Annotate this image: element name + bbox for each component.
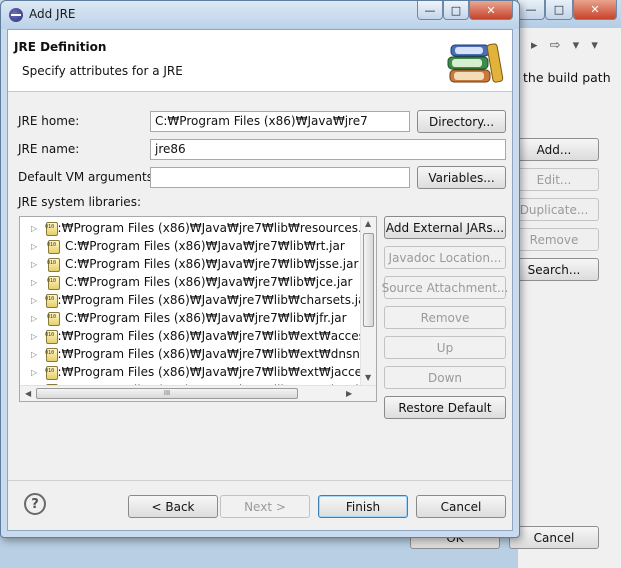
expand-arrow-icon[interactable]: ▷ <box>31 224 37 233</box>
library-path: C:₩Program Files (x86)₩Java₩jre7₩lib₩res… <box>49 221 377 235</box>
jre-name-input[interactable]: jre86 <box>150 139 506 160</box>
restore-default-button[interactable]: Restore Default <box>384 396 506 419</box>
background-duplicate-button[interactable]: Duplicate... <box>509 198 599 221</box>
cancel-button[interactable]: Cancel <box>416 495 506 518</box>
background-minimize-button[interactable]: — <box>517 0 545 20</box>
remove-button[interactable]: Remove <box>384 306 506 329</box>
jre-name-label: JRE name: <box>18 142 80 156</box>
background-search-button[interactable]: Search... <box>509 258 599 281</box>
background-toolbar-arrows[interactable]: ▸ ⇨ ▾ ▾ <box>531 38 602 53</box>
expand-arrow-icon[interactable]: ▷ <box>31 296 37 305</box>
scroll-left-arrow-icon[interactable]: ◀ <box>25 389 31 398</box>
jar-file-icon <box>46 311 60 326</box>
library-row[interactable]: ▷ C:₩Program Files (x86)₩Java₩jre7₩lib₩ch… <box>20 291 370 309</box>
add-jre-dialog: Add JRE — □ ✕ JRE Definition Specify att… <box>0 0 520 538</box>
directory-button[interactable]: Directory... <box>417 110 506 133</box>
dialog-client-area: JRE Definition Specify attributes for a … <box>7 29 513 531</box>
finish-button[interactable]: Finish <box>318 495 408 518</box>
library-path: C:₩Program Files (x86)₩Java₩jre7₩lib₩rt.… <box>65 239 345 253</box>
library-row[interactable]: ▷ C:₩Program Files (x86)₩Java₩jre7₩lib₩rt… <box>20 237 360 255</box>
vertical-scroll-thumb[interactable] <box>363 233 374 327</box>
jre-home-input[interactable]: C:₩Program Files (x86)₩Java₩jre7 <box>150 111 410 132</box>
library-row[interactable]: ▷ C:₩Program Files (x86)₩Java₩jre7₩lib₩ex… <box>20 363 376 381</box>
vm-args-label: Default VM arguments: <box>18 170 158 184</box>
library-row[interactable]: ▷ C:₩Program Files (x86)₩Java₩jre7₩lib₩ex… <box>20 345 376 363</box>
background-close-button[interactable]: ✕ <box>573 0 617 20</box>
expand-arrow-icon[interactable]: ▷ <box>31 332 37 341</box>
next-button[interactable]: Next > <box>220 495 310 518</box>
expand-arrow-icon[interactable]: ▷ <box>31 350 37 359</box>
background-maximize-button[interactable]: □ <box>545 0 573 20</box>
books-icon <box>447 43 504 83</box>
dialog-title: Add JRE <box>29 7 76 21</box>
library-path: C:₩Program Files (x86)₩Java₩jre7₩lib₩jfr… <box>65 311 347 325</box>
background-description-text: the build path <box>523 70 611 85</box>
library-row[interactable]: ▷ C:₩Program Files (x86)₩Java₩jre7₩lib₩re… <box>20 219 376 237</box>
up-button[interactable]: Up <box>384 336 506 359</box>
scroll-down-arrow-icon[interactable]: ▼ <box>365 373 371 382</box>
add-external-jars-button[interactable]: Add External JARs... <box>384 216 506 239</box>
jre-home-label: JRE home: <box>18 114 80 128</box>
expand-arrow-icon[interactable]: ▷ <box>31 260 39 269</box>
variables-button[interactable]: Variables... <box>417 166 506 189</box>
library-row[interactable]: ▷ C:₩Program Files (x86)₩Java₩jre7₩lib₩jc… <box>20 273 360 291</box>
maximize-button[interactable]: □ <box>443 1 469 20</box>
scroll-right-arrow-icon[interactable]: ▶ <box>346 389 352 398</box>
vm-args-input[interactable] <box>150 167 410 188</box>
page-title: JRE Definition <box>14 40 107 54</box>
background-window-body <box>518 28 621 568</box>
minimize-button[interactable]: — <box>417 1 443 20</box>
scroll-up-arrow-icon[interactable]: ▲ <box>365 219 371 228</box>
page-subtitle: Specify attributes for a JRE <box>22 64 183 78</box>
library-path: C:₩Program Files (x86)₩Java₩jre7₩lib₩ext… <box>49 365 377 379</box>
javadoc-location-button[interactable]: Javadoc Location... <box>384 246 506 269</box>
horizontal-scroll-thumb[interactable]: III <box>36 388 298 399</box>
library-path: C:₩Program Files (x86)₩Java₩jre7₩lib₩ext… <box>49 347 377 361</box>
expand-arrow-icon[interactable]: ▷ <box>31 242 39 251</box>
library-path: C:₩Program Files (x86)₩Java₩jre7₩lib₩ext… <box>49 329 377 343</box>
expand-arrow-icon[interactable]: ▷ <box>31 314 39 323</box>
libraries-tree[interactable]: ▷ C:₩Program Files (x86)₩Java₩jre7₩lib₩re… <box>19 216 377 402</box>
background-edit-button[interactable]: Edit... <box>509 168 599 191</box>
jar-file-icon <box>46 275 60 290</box>
eclipse-icon <box>9 8 23 22</box>
library-path: C:₩Program Files (x86)₩Java₩jre7₩lib₩jss… <box>65 257 359 271</box>
close-button[interactable]: ✕ <box>469 1 513 20</box>
library-row[interactable]: ▷ C:₩Program Files (x86)₩Java₩jre7₩lib₩js… <box>20 255 360 273</box>
footer-separator <box>8 480 512 481</box>
library-row[interactable]: ▷ C:₩Program Files (x86)₩Java₩jre7₩lib₩ex… <box>20 327 376 345</box>
horizontal-scrollbar[interactable]: ◀ III ▶ <box>20 385 376 401</box>
dialog-header: JRE Definition Specify attributes for a … <box>8 30 512 92</box>
jar-file-icon <box>46 239 60 254</box>
background-add-button[interactable]: Add... <box>509 138 599 161</box>
source-attachment-button[interactable]: Source Attachment... <box>382 276 508 299</box>
help-icon[interactable]: ? <box>24 493 46 515</box>
background-remove-button[interactable]: Remove <box>509 228 599 251</box>
background-cancel-button[interactable]: Cancel <box>509 526 599 549</box>
library-row[interactable]: ▷ C:₩Program Files (x86)₩Java₩jre7₩lib₩jf… <box>20 309 360 327</box>
expand-arrow-icon[interactable]: ▷ <box>31 278 39 287</box>
libraries-label: JRE system libraries: <box>18 195 141 209</box>
library-path: C:₩Program Files (x86)₩Java₩jre7₩lib₩cha… <box>49 293 371 307</box>
library-path: C:₩Program Files (x86)₩Java₩jre7₩lib₩jce… <box>65 275 353 289</box>
vertical-scrollbar[interactable]: ▲ ▼ <box>360 217 376 387</box>
back-button[interactable]: < Back <box>128 495 218 518</box>
jar-file-icon <box>46 257 60 272</box>
down-button[interactable]: Down <box>384 366 506 389</box>
expand-arrow-icon[interactable]: ▷ <box>31 368 37 377</box>
